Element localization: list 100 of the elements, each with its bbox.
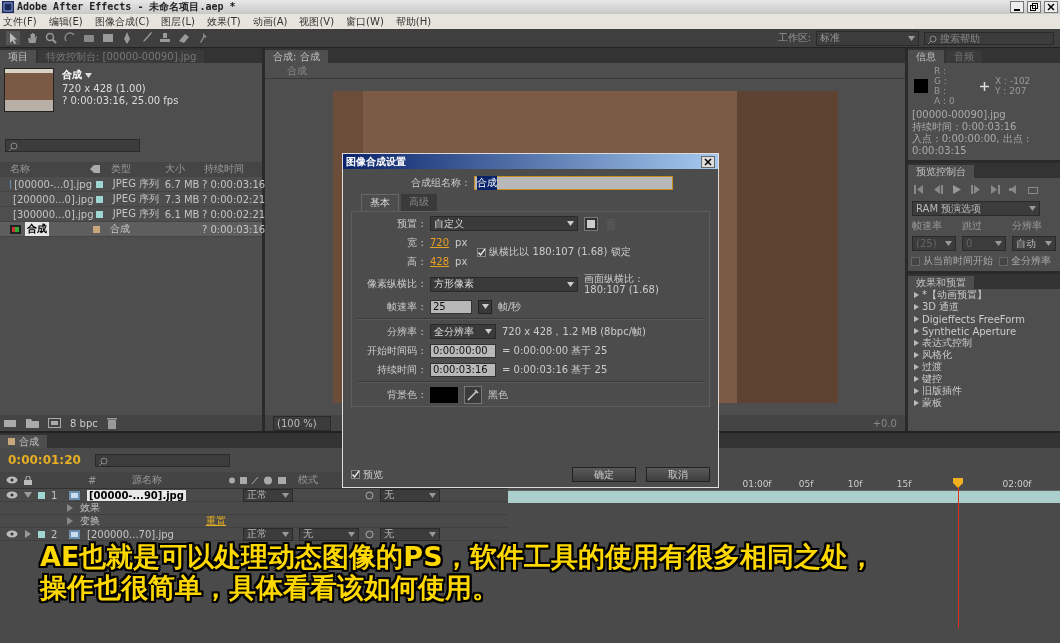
dialog-tab[interactable]: 基本 [361, 194, 399, 211]
playhead[interactable] [953, 478, 963, 628]
interpret-footage-icon[interactable] [4, 418, 18, 428]
menu-item[interactable]: 图像合成(C) [94, 14, 150, 29]
next-frame-icon[interactable] [971, 185, 981, 194]
resolution-dropdown[interactable]: 自动 [1012, 236, 1056, 251]
panel-tab[interactable]: 信息 [908, 50, 944, 63]
eraser-tool-icon[interactable] [177, 31, 191, 45]
effect-category[interactable]: Digieffects FreeForm [922, 313, 1026, 325]
reset-link[interactable]: 重置 [206, 514, 226, 528]
name-input-field[interactable]: 合成 [473, 175, 673, 190]
column-header[interactable]: 模式 [298, 473, 319, 487]
panel-tab[interactable]: 预览控制台 [908, 165, 974, 178]
option-checkbox[interactable]: 从当前时间开始 [911, 254, 993, 268]
zoom-dropdown[interactable]: (100 %) [273, 415, 331, 431]
rectangle-tool-icon[interactable] [101, 31, 115, 45]
menu-item[interactable]: 效果(T) [206, 14, 241, 29]
hand-tool-icon[interactable] [25, 31, 39, 45]
column-header[interactable]: # [88, 474, 97, 486]
dialog-button[interactable]: 确定 [572, 467, 636, 482]
composition-tab[interactable]: 合成: 合成 [265, 50, 328, 63]
save-icon[interactable] [584, 216, 598, 231]
visibility-icon[interactable] [6, 530, 18, 538]
selection-tool-icon[interactable] [6, 31, 20, 45]
menu-item[interactable]: 视图(V) [299, 14, 335, 29]
effect-category[interactable]: 3D 通道 [922, 300, 960, 314]
menu-item[interactable]: 编辑(E) [48, 14, 83, 29]
folder-icon[interactable] [26, 418, 40, 428]
dialog-tab[interactable]: 高级 [401, 194, 437, 211]
layer-name[interactable]: [00000-...90].jpg [87, 489, 186, 501]
menu-item[interactable]: 帮助(H) [395, 14, 432, 29]
label-swatch[interactable] [38, 491, 45, 499]
zoom-tool-icon[interactable] [44, 31, 58, 45]
audio-icon[interactable] [1009, 185, 1019, 194]
restore-button[interactable] [1027, 1, 1041, 13]
property-group[interactable]: 变换 [80, 514, 180, 528]
color-depth-button[interactable]: 8 bpc [70, 417, 98, 429]
expand-triangle-icon[interactable] [24, 491, 32, 499]
effect-category[interactable]: *【动画预置】 [922, 288, 987, 302]
eyedropper-icon[interactable] [464, 385, 482, 404]
timeline-tab[interactable]: 合成 [0, 435, 47, 448]
effect-category[interactable]: 过渡 [922, 360, 942, 374]
duration-input[interactable]: 0:00:03:16 [430, 362, 496, 377]
width-value[interactable]: 720 [430, 237, 450, 248]
preview-checkbox[interactable]: 预览 [351, 467, 383, 482]
caret-icon[interactable] [85, 72, 92, 78]
search-field[interactable] [5, 139, 140, 152]
menu-item[interactable]: 文件(F) [3, 14, 37, 29]
trash-icon[interactable] [105, 417, 118, 429]
search-field[interactable]: 搜索帮助 [924, 31, 1054, 45]
playhead-marker-icon[interactable] [953, 478, 963, 488]
effect-category[interactable]: 旧版插件 [922, 384, 962, 398]
close-button[interactable] [701, 155, 715, 168]
column-header[interactable]: 大小 [165, 162, 204, 176]
column-header[interactable]: 持续时间 [203, 162, 262, 176]
column-header[interactable]: 类型 [104, 162, 166, 176]
layer-name[interactable]: [200000...70].jpg [87, 528, 174, 540]
menu-item[interactable]: 动画(A) [252, 14, 288, 29]
start-timecode-input[interactable]: 0:00:00:00 [430, 343, 496, 358]
option-checkbox[interactable]: 全分辨率 [999, 254, 1051, 268]
current-time[interactable]: 0:00:01:20 [8, 453, 81, 467]
new-composition-icon[interactable] [48, 418, 62, 428]
loop-icon[interactable] [1028, 185, 1038, 194]
close-button[interactable] [1044, 1, 1058, 13]
column-header[interactable]: 名称 [0, 162, 90, 176]
background-color-swatch[interactable] [430, 386, 458, 403]
property-group[interactable]: 效果 [80, 501, 180, 515]
effect-category[interactable]: 表达式控制 [922, 336, 972, 350]
dialog-button[interactable]: 取消 [646, 467, 710, 482]
frame-rate-menu-button[interactable] [478, 299, 492, 314]
pixel-aspect-dropdown[interactable]: 方形像素 [430, 276, 578, 292]
previous-frame-icon[interactable] [933, 185, 943, 194]
effect-category[interactable]: Synthetic Aperture [922, 325, 1017, 337]
last-frame-icon[interactable] [990, 185, 1000, 194]
pick-whip-icon[interactable] [365, 529, 374, 539]
menu-item[interactable]: 图层(L) [161, 14, 195, 29]
pick-whip-icon[interactable] [365, 490, 374, 500]
ram-preview-options-dropdown[interactable]: RAM 预演选项 [912, 201, 1040, 216]
lock-aspect-checkbox[interactable]: 纵横比以 180:107 (1.68) 锁定 [477, 245, 631, 259]
column-header[interactable]: 源名称 [102, 473, 223, 487]
frame-rate-input[interactable]: 25 [430, 299, 472, 314]
expand-triangle-icon[interactable] [24, 530, 32, 538]
panel-tab[interactable]: 效果和预置 [908, 276, 974, 289]
minimize-button[interactable] [1010, 1, 1024, 13]
workspace-dropdown[interactable]: 标准 [816, 30, 919, 46]
resolution-dropdown[interactable]: 全分辨率 [430, 324, 496, 339]
menu-item[interactable]: 窗口(W) [346, 14, 384, 29]
search-field[interactable] [94, 453, 230, 467]
preset-dropdown[interactable]: 自定义 [430, 216, 578, 231]
play-icon[interactable] [952, 185, 962, 194]
first-frame-icon[interactable] [914, 185, 924, 194]
panel-tab[interactable]: 项目 [0, 50, 36, 63]
height-value[interactable]: 428 [430, 256, 450, 267]
stamp-tool-icon[interactable] [158, 31, 172, 45]
effect-category[interactable]: 蒙板 [922, 396, 942, 410]
label-swatch[interactable] [38, 530, 45, 538]
effect-category[interactable]: 风格化 [922, 348, 952, 362]
effect-category[interactable]: 键控 [922, 372, 942, 386]
item-name[interactable]: 合成 [62, 68, 82, 82]
visibility-icon[interactable] [6, 491, 18, 499]
